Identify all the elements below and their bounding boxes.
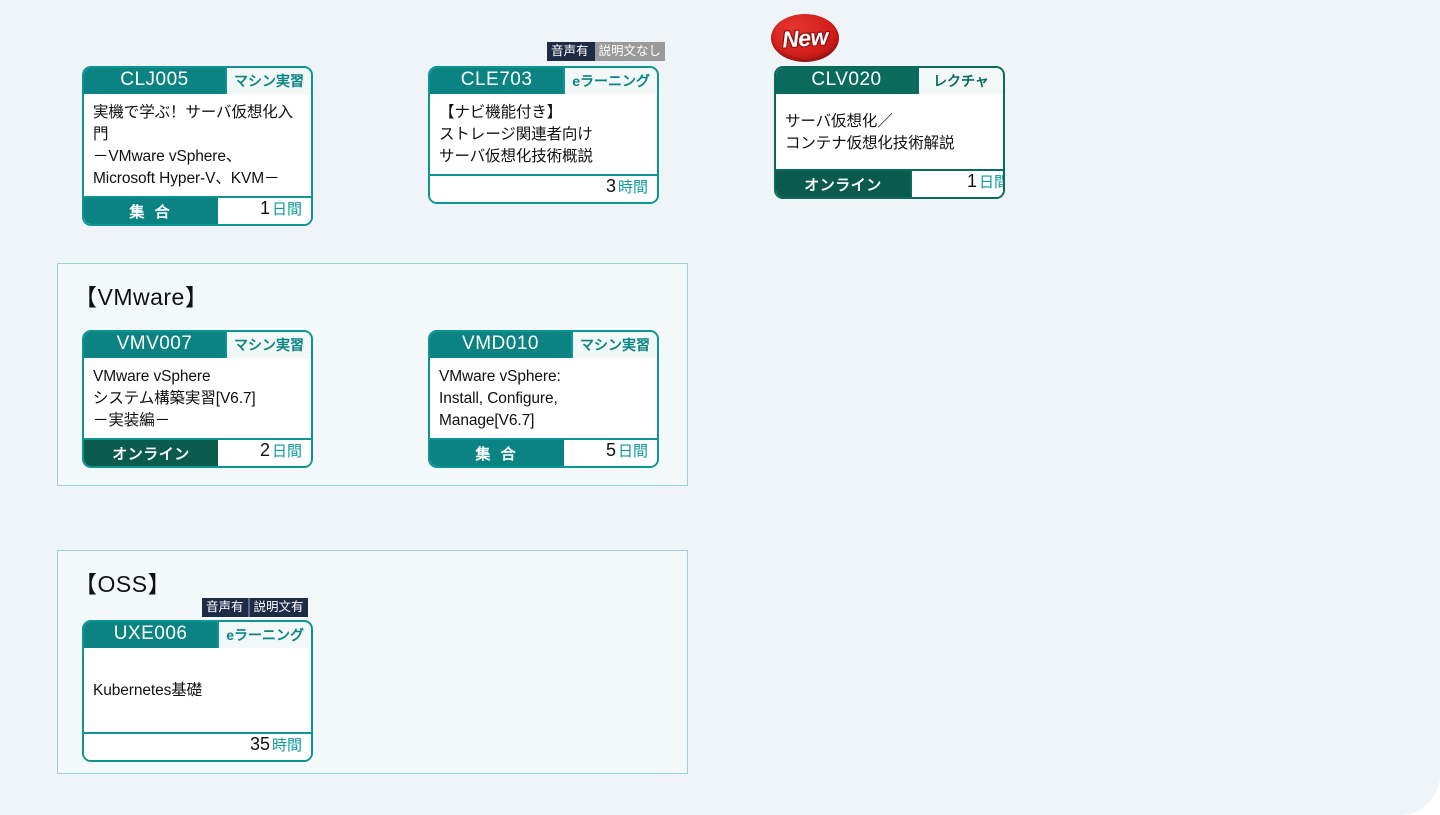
course-kind-badge: レクチャ — [917, 68, 1003, 94]
duration-unit: 日間 — [271, 201, 302, 218]
course-kind-badge: eラーニング — [563, 68, 657, 94]
new-badge: New — [771, 14, 839, 62]
course-card-clj005[interactable]: CLJ005 マシン実習 実機で学ぶ！サーバ仮想化入門 －VMware vSph… — [82, 66, 313, 226]
duration: 1 日間 — [910, 171, 1003, 197]
duration: 3 時間 — [605, 176, 657, 202]
course-card-cle703[interactable]: CLE703 eラーニング 【ナビ機能付き】 ストレージ関連者向け サーバ仮想化… — [428, 66, 659, 204]
course-title: VMware vSphere システム構築実習[V6.7] －実装編－ — [93, 368, 256, 429]
course-card-clv020[interactable]: CLV020 レクチャ サーバ仮想化／ コンテナ仮想化技術解説 オンライン 1 … — [774, 66, 1005, 199]
card-footer: 集 合 1 日間 — [84, 196, 311, 224]
card-header: UXE006 eラーニング — [84, 622, 311, 648]
course-card-vmd010[interactable]: VMD010 マシン実習 VMware vSphere: Install, Co… — [428, 330, 659, 468]
course-code: CLJ005 — [120, 69, 189, 90]
course-code: VMV007 — [116, 333, 193, 354]
media-badge-caption: 説明文有 — [249, 598, 308, 617]
duration: 2 日間 — [218, 440, 311, 466]
course-card-vmv007[interactable]: VMV007 マシン実習 VMware vSphere システム構築実習[V6.… — [82, 330, 313, 468]
course-kind-badge: マシン実習 — [225, 68, 311, 94]
duration-unit: 日間 — [271, 443, 302, 460]
card-footer: オンライン 2 日間 — [84, 438, 311, 466]
page-canvas: New 音声有 説明文なし CLJ005 マシン実習 実機で学ぶ！サーバ仮想化入… — [0, 0, 1440, 815]
section-title: 【OSS】 — [74, 571, 172, 597]
card-body: Kubernetes基礎 — [84, 648, 311, 732]
delivery-mode: オンライン — [776, 171, 910, 197]
duration-value: 1 — [259, 198, 270, 218]
duration-value: 5 — [605, 440, 616, 460]
course-title: Kubernetes基礎 — [93, 682, 203, 699]
card-header: CLV020 レクチャ — [776, 68, 1003, 94]
course-kind-badge: マシン実習 — [571, 332, 657, 358]
course-code: UXE006 — [113, 623, 188, 644]
delivery-mode: 集 合 — [84, 198, 218, 224]
media-badge-audio: 音声有 — [202, 598, 248, 617]
course-title: サーバ仮想化／ コンテナ仮想化技術解説 — [785, 112, 955, 152]
card-footer: オンライン 1 日間 — [776, 169, 1003, 197]
duration-value: 1 — [966, 171, 977, 191]
course-code: CLV020 — [811, 69, 882, 90]
duration-unit: 日間 — [617, 443, 648, 460]
card-footer: 3 時間 — [430, 174, 657, 202]
card-body: 実機で学ぶ！サーバ仮想化入門 －VMware vSphere、 Microsof… — [84, 94, 311, 196]
duration-unit: 時間 — [271, 737, 302, 754]
course-card-uxe006[interactable]: UXE006 eラーニング Kubernetes基礎 35 時間 — [82, 620, 313, 762]
card-footer: 集 合 5 日間 — [430, 438, 657, 466]
duration: 5 日間 — [564, 440, 657, 466]
delivery-mode: オンライン — [84, 440, 218, 466]
course-code: CLE703 — [460, 69, 533, 90]
card-footer: 35 時間 — [84, 732, 311, 760]
card-body: VMware vSphere システム構築実習[V6.7] －実装編－ — [84, 358, 311, 438]
media-badge-audio: 音声有 — [547, 42, 593, 61]
delivery-mode — [430, 176, 606, 202]
duration: 35 時間 — [249, 734, 311, 760]
course-code: VMD010 — [462, 333, 539, 354]
course-title: 【ナビ機能付き】 ストレージ関連者向け サーバ仮想化技術概説 — [439, 104, 593, 165]
card-body: VMware vSphere: Install, Configure, Mana… — [430, 358, 657, 438]
course-title: 実機で学ぶ！サーバ仮想化入門 －VMware vSphere、 Microsof… — [93, 104, 294, 187]
course-kind-badge: マシン実習 — [225, 332, 311, 358]
media-badge-caption: 説明文なし — [594, 42, 666, 61]
card-body: サーバ仮想化／ コンテナ仮想化技術解説 — [776, 94, 1003, 169]
card-header: VMV007 マシン実習 — [84, 332, 311, 358]
duration-unit: 時間 — [617, 179, 648, 196]
new-badge-label: New — [781, 22, 829, 53]
card-header: VMD010 マシン実習 — [430, 332, 657, 358]
duration-value: 3 — [605, 176, 616, 196]
card-header: CLJ005 マシン実習 — [84, 68, 311, 94]
card-body: 【ナビ機能付き】 ストレージ関連者向け サーバ仮想化技術概説 — [430, 94, 657, 174]
card-header: CLE703 eラーニング — [430, 68, 657, 94]
course-kind-badge: eラーニング — [217, 622, 311, 648]
media-badge-uxe006: 音声有 説明文有 — [202, 598, 308, 617]
duration-unit: 日間 — [978, 174, 1003, 191]
delivery-mode: 集 合 — [430, 440, 564, 466]
duration-value: 35 — [249, 734, 270, 754]
duration: 1 日間 — [218, 198, 311, 224]
course-title: VMware vSphere: Install, Configure, Mana… — [439, 368, 561, 429]
duration-value: 2 — [259, 440, 270, 460]
section-title: 【VMware】 — [74, 284, 209, 310]
media-badge-cle703: 音声有 説明文なし — [547, 42, 666, 61]
delivery-mode — [84, 734, 250, 760]
